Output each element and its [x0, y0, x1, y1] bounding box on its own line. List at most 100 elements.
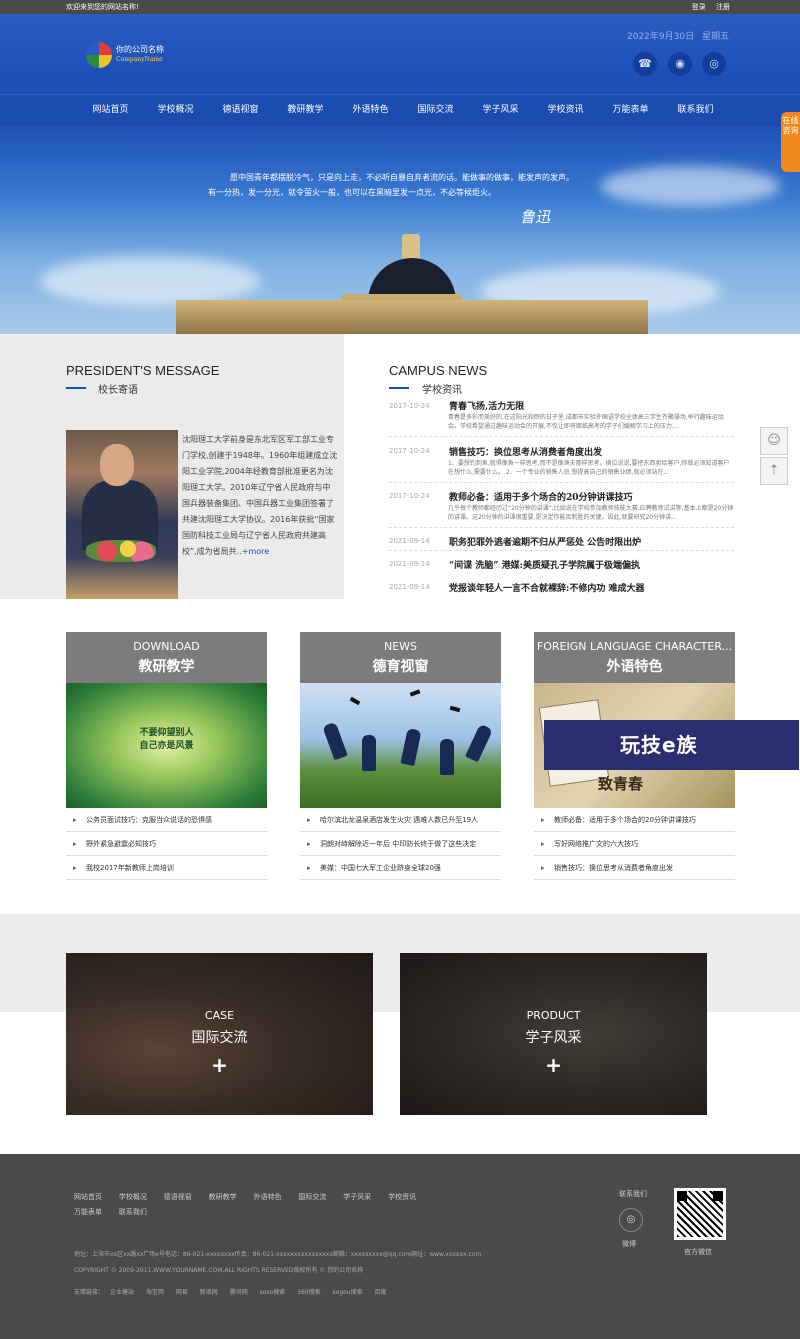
footer-nav-item[interactable]: 外语特色 — [254, 1190, 282, 1205]
news-title[interactable]: 青春飞扬,活力无限 — [449, 399, 524, 412]
plus-icon[interactable]: + — [400, 1053, 707, 1077]
card-title-cn: 外语特色 — [606, 659, 663, 675]
nav-item-about[interactable]: 学校概况 — [143, 95, 208, 125]
card-list: 教师必备：适用于多个场合的20分钟讲课技巧 写好网络推广文的六大技巧 销售技巧：… — [534, 808, 735, 880]
more-link[interactable]: +more — [242, 547, 269, 556]
news-item[interactable]: 2021-09-14 职务犯罪外逃者逾期不归从严惩处 公告时限出炉 — [389, 528, 734, 551]
card-title-cn: 德育视窗 — [372, 659, 429, 675]
list-item[interactable]: 销售技巧：换位思考从消费者角度出发 — [534, 856, 735, 880]
footer-nav-item[interactable]: 网站首页 — [74, 1190, 102, 1205]
main-nav: 网站首页 学校概况 德语视窗 教研教学 外语特色 国际交流 学子风采 学校资讯 … — [0, 94, 800, 126]
weibo-icon[interactable]: ◎ — [619, 1208, 643, 1232]
top-bar: 欢迎来到您的网站名称! 登录 注册 — [0, 0, 800, 14]
footer-nav-item[interactable]: 德语视窗 — [164, 1190, 192, 1205]
list-item[interactable]: 野外紧急避震必知技巧 — [66, 832, 267, 856]
card-title-cn: 教研教学 — [138, 659, 195, 675]
nav-item-forms[interactable]: 万能表单 — [598, 95, 663, 125]
card-teaching: DOWNLOAD 教研教学 不要仰望别人 自己亦是风景 公务员面试技巧：克服当众… — [66, 632, 267, 880]
list-item[interactable]: 公务员面试技巧：克服当众说话的恐惧感 — [66, 808, 267, 832]
card-header[interactable]: FOREIGN LANGUAGE CHARACTER... 外语特色 — [534, 632, 735, 683]
footer-nav-item[interactable]: 学校资讯 — [388, 1190, 416, 1205]
president-title-en: PRESIDENT'S MESSAGE — [66, 363, 220, 378]
friend-link[interactable]: 网易 — [176, 1289, 188, 1296]
list-item[interactable]: 美媒：中国七大军工企业跻身全球20强 — [300, 856, 501, 880]
footer-nav-item[interactable]: 联系我们 — [119, 1205, 147, 1220]
tile-title-cn: 国际交流 — [191, 1030, 248, 1046]
card-list: 哈尔滨北龙温泉酒店发生火灾 遇难人数已升至19人 洞朗对峙解除近一年后 中印防长… — [300, 808, 501, 880]
nav-item-language[interactable]: 外语特色 — [338, 95, 403, 125]
card-image-text: 致青春 — [598, 775, 644, 793]
nav-item-home[interactable]: 网站首页 — [78, 95, 143, 125]
friend-link[interactable]: soso搜索 — [260, 1289, 286, 1296]
friend-link[interactable]: 腾讯网 — [230, 1289, 248, 1296]
card-title-en: DOWNLOAD — [133, 640, 200, 653]
footer-copyright: COPYRIGHT © 2009-2011,WWW.YOURNAME.COM,A… — [74, 1267, 364, 1274]
customer-service-icon[interactable]: ☺ — [760, 427, 788, 455]
news-title[interactable]: 销售技巧：换位思考从消费者角度出发 — [449, 445, 602, 458]
card-title-en: FOREIGN LANGUAGE CHARACTER... — [536, 640, 733, 653]
card-header[interactable]: DOWNLOAD 教研教学 — [66, 632, 267, 683]
header-date: 2022年9月30日 星期五 — [627, 29, 737, 42]
footer-nav-item[interactable]: 国际交流 — [298, 1190, 326, 1205]
friend-links-label: 友情链接： — [74, 1289, 105, 1296]
footer-nav-item[interactable]: 万能表单 — [74, 1205, 102, 1220]
card-list: 公务员面试技巧：克服当众说话的恐惧感 野外紧急避震必知技巧 我校2017年新教师… — [66, 808, 267, 880]
list-item[interactable]: 写好网络推广文的六大技巧 — [534, 832, 735, 856]
friend-link[interactable]: 企业建站 — [110, 1289, 134, 1296]
news-title[interactable]: 教师必备：适用于多个场合的20分钟讲课技巧 — [449, 490, 633, 503]
friend-link[interactable]: sogou搜索 — [333, 1289, 363, 1296]
nav-item-students[interactable]: 学子风采 — [468, 95, 533, 125]
card-header[interactable]: NEWS 德育视窗 — [300, 632, 501, 683]
president-panel: PRESIDENT'S MESSAGE 校长寄语 沈阳理工大学前身是东北军区军工… — [0, 334, 344, 599]
list-item[interactable]: 哈尔滨北龙温泉酒店发生火灾 遇难人数已升至19人 — [300, 808, 501, 832]
friend-link[interactable]: 新浪网 — [200, 1289, 218, 1296]
register-link[interactable]: 注册 — [716, 3, 730, 11]
graduate-figure — [400, 727, 422, 767]
footer-nav-item[interactable]: 学校概况 — [119, 1190, 147, 1205]
card-image[interactable]: 不要仰望别人 自己亦是风景 — [66, 683, 267, 808]
list-item[interactable]: 洞朗对峙解除近一年后 中印防长终于做了这些决定 — [300, 832, 501, 856]
wechat-icon[interactable]: ◉ — [668, 52, 692, 76]
news-item[interactable]: 2021-09-14 党报谈年轻人一言不合就裸辞:不修内功 难成大器 — [389, 574, 734, 596]
nav-item-teaching[interactable]: 教研教学 — [273, 95, 338, 125]
tile-students[interactable]: PRODUCT 学子风采 + — [400, 953, 707, 1115]
company-logo[interactable]: 你的公司名称 CompanyName — [86, 42, 186, 74]
news-title[interactable]: 党报谈年轻人一言不合就裸辞:不修内功 难成大器 — [449, 581, 644, 594]
friend-link[interactable]: 淘宝网 — [146, 1289, 164, 1296]
plus-icon[interactable]: + — [66, 1053, 373, 1077]
news-item[interactable]: 2017-10-24 销售技巧：换位思考从消费者角度出发 1、要想钓到鱼,就得像… — [389, 437, 734, 483]
news-title[interactable]: “间谍 洗脑” 港媒:美质疑孔子学院属于极端偏执 — [449, 558, 640, 571]
friend-link[interactable]: 百度 — [375, 1289, 387, 1296]
footer-nav-item[interactable]: 学子风采 — [343, 1190, 371, 1205]
news-date: 2021-09-14 — [389, 583, 430, 591]
dome-lantern — [402, 234, 420, 260]
phone-icon[interactable]: ☎ — [633, 52, 657, 76]
list-item[interactable]: 我校2017年新教师上岗培训 — [66, 856, 267, 880]
news-item[interactable]: 2017-10-24 青春飞扬,活力无限 青春是多彩而美好的,在这阳光和煦的日子… — [389, 394, 734, 437]
login-link[interactable]: 登录 — [692, 3, 706, 11]
news-item[interactable]: 2021-09-14 “间谍 洗脑” 港媒:美质疑孔子学院属于极端偏执 — [389, 551, 734, 574]
friend-link[interactable]: 360搜索 — [297, 1289, 320, 1296]
footer-nav-item[interactable]: 教研教学 — [209, 1190, 237, 1205]
news-title[interactable]: 职务犯罪外逃者逾期不归从严惩处 公告时限出炉 — [449, 535, 641, 548]
online-consult-button[interactable]: 在线咨询 — [781, 112, 800, 172]
tile-international[interactable]: CASE 国际交流 + — [66, 953, 373, 1115]
president-title-cn: 校长寄语 — [98, 385, 138, 396]
nav-item-contact[interactable]: 联系我们 — [663, 95, 728, 125]
back-to-top-icon[interactable]: ⇡ — [760, 457, 788, 485]
news-title-en: CAMPUS NEWS — [389, 363, 488, 378]
weibo-icon[interactable]: ◎ — [702, 52, 726, 76]
nav-item-moral[interactable]: 德语视窗 — [208, 95, 273, 125]
weibo-label: 微博 — [622, 1240, 636, 1248]
graduation-cap — [349, 696, 361, 706]
nav-item-international[interactable]: 国际交流 — [403, 95, 468, 125]
card-image[interactable] — [300, 683, 501, 808]
logo-mark — [86, 42, 112, 68]
nav-item-news[interactable]: 学校资讯 — [533, 95, 598, 125]
advertisement-banner[interactable]: 玩技e族 — [544, 720, 799, 770]
news-list: 2017-10-24 青春飞扬,活力无限 青春是多彩而美好的,在这阳光和煦的日子… — [389, 394, 734, 596]
graduation-cap — [449, 705, 461, 713]
user-links: 登录 注册 — [684, 2, 730, 12]
news-item[interactable]: 2017-10-24 教师必备：适用于多个场合的20分钟讲课技巧 几乎每个教师都… — [389, 483, 734, 528]
list-item[interactable]: 教师必备：适用于多个场合的20分钟讲课技巧 — [534, 808, 735, 832]
